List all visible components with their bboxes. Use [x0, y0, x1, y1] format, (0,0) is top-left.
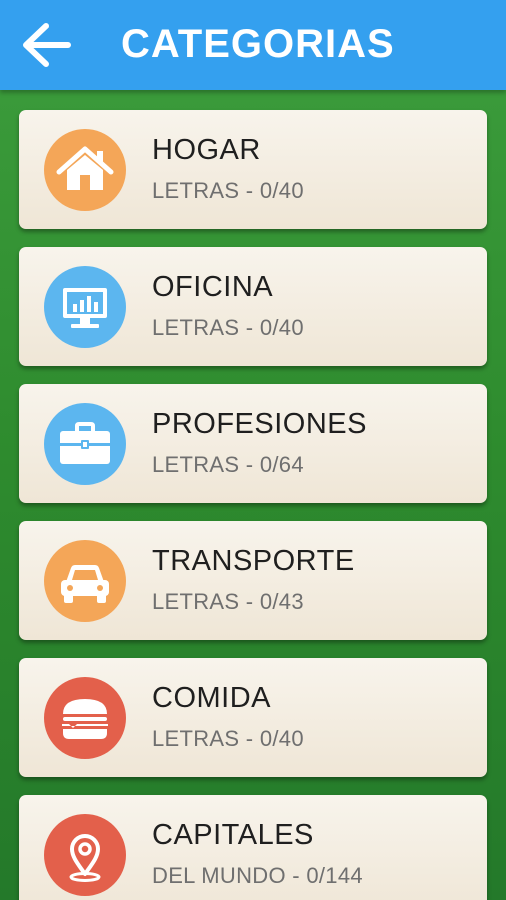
- category-card-transporte[interactable]: TRANSPORTE LETRAS - 0/43: [19, 521, 487, 640]
- burger-icon: [44, 677, 126, 759]
- category-progress: LETRAS - 0/40: [152, 726, 304, 751]
- house-icon: [44, 129, 126, 211]
- category-card-oficina[interactable]: OFICINA LETRAS - 0/40: [19, 247, 487, 366]
- category-progress: LETRAS - 0/40: [152, 178, 304, 203]
- category-card-hogar[interactable]: HOGAR LETRAS - 0/40: [19, 110, 487, 229]
- app-header: CATEGORIAS: [0, 0, 506, 90]
- map-pin-icon: [44, 814, 126, 896]
- category-card-capitales[interactable]: CAPITALES DEL MUNDO - 0/144: [19, 795, 487, 900]
- category-progress: LETRAS - 0/40: [152, 315, 304, 340]
- category-card-comida[interactable]: COMIDA LETRAS - 0/40: [19, 658, 487, 777]
- category-title: CAPITALES: [152, 819, 314, 851]
- category-title: TRANSPORTE: [152, 545, 355, 577]
- briefcase-icon: [44, 403, 126, 485]
- category-progress: DEL MUNDO - 0/144: [152, 863, 363, 888]
- back-button[interactable]: [18, 20, 74, 70]
- category-progress: LETRAS - 0/64: [152, 452, 304, 477]
- category-title: OFICINA: [152, 271, 274, 303]
- page-title: CATEGORIAS: [121, 22, 395, 66]
- category-card-profesiones[interactable]: PROFESIONES LETRAS - 0/64: [19, 384, 487, 503]
- computer-monitor-icon: [44, 266, 126, 348]
- category-title: HOGAR: [152, 134, 261, 166]
- category-list: HOGAR LETRAS - 0/40 OFICINA LETRAS - 0/4…: [0, 90, 506, 900]
- category-title: PROFESIONES: [152, 408, 367, 440]
- category-title: COMIDA: [152, 682, 271, 714]
- car-icon: [44, 540, 126, 622]
- category-progress: LETRAS - 0/43: [152, 589, 304, 614]
- arrow-left-icon: [23, 23, 71, 67]
